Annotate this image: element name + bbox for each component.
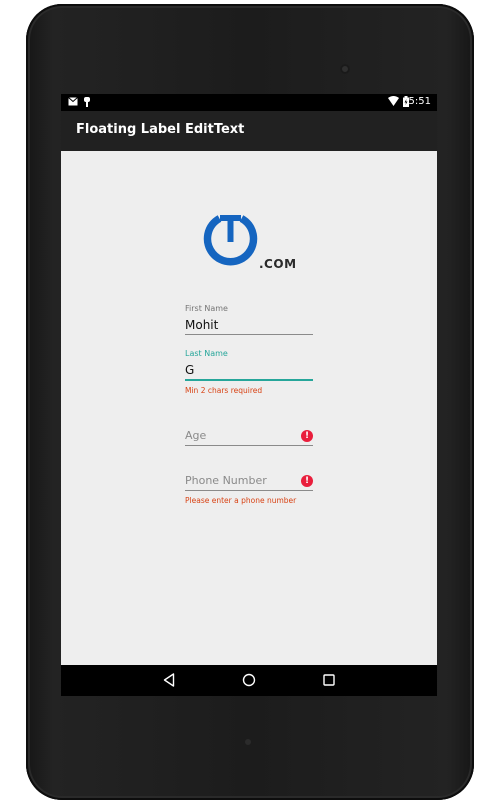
first-name-field[interactable]: First Name Mohit (185, 304, 313, 335)
brand-logo: .COM (201, 213, 301, 281)
android-debug-icon (84, 97, 90, 107)
device-screen: 5:51 Floating Label EditText .COM First … (61, 94, 437, 696)
sensor-dot (245, 739, 251, 745)
last-name-error: Min 2 chars required (185, 386, 263, 395)
first-name-label: First Name (185, 304, 228, 313)
logo-suffix: .COM (259, 257, 297, 271)
phone-input[interactable]: Phone Number ! (185, 472, 313, 490)
phone-underline (185, 490, 313, 491)
status-bar: 5:51 (61, 94, 437, 111)
error-icon: ! (301, 475, 313, 487)
recents-icon[interactable] (323, 674, 335, 686)
phone-field[interactable]: Phone Number ! Please enter a phone numb… (185, 472, 313, 505)
age-field[interactable]: Age ! (185, 427, 313, 446)
error-icon: ! (301, 430, 313, 442)
app-title: Floating Label EditText (76, 122, 245, 137)
last-name-label: Last Name (185, 349, 228, 358)
wifi-icon (388, 96, 399, 106)
last-name-input[interactable]: G (185, 361, 313, 379)
form-content: .COM First Name Mohit Last Name G Min 2 … (61, 151, 437, 665)
last-name-field[interactable]: Last Name G Min 2 chars required (185, 349, 313, 395)
back-icon[interactable] (163, 673, 175, 687)
age-input[interactable]: Age ! (185, 427, 313, 445)
age-underline (185, 445, 313, 446)
phone-hint: Phone Number (185, 474, 267, 487)
status-time: 5:51 (408, 96, 431, 107)
app-bar: Floating Label EditText (61, 111, 437, 151)
home-icon[interactable] (242, 673, 256, 687)
first-name-input[interactable]: Mohit (185, 316, 313, 334)
navigation-bar (61, 665, 437, 696)
phone-error: Please enter a phone number (185, 496, 297, 505)
first-name-underline (185, 334, 313, 335)
mail-icon (68, 97, 78, 106)
last-name-underline (185, 379, 313, 381)
camera-icon (340, 64, 350, 74)
age-hint: Age (185, 429, 207, 442)
